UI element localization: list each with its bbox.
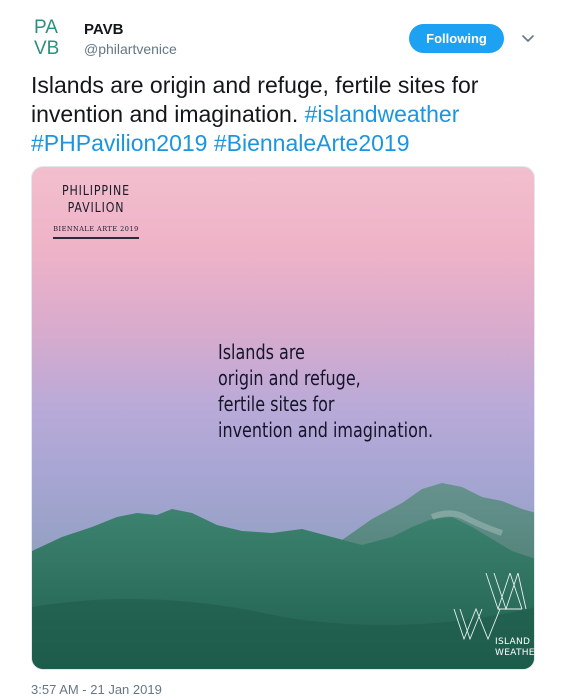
avatar-letters-bottom: VB (34, 38, 59, 58)
following-button[interactable]: Following (409, 24, 504, 53)
quote-line: Islands are (218, 340, 305, 364)
logo-line-pavilion: PAVILION (67, 201, 125, 216)
logo-rule (53, 237, 139, 239)
quote-line: invention and imagination. (218, 418, 434, 442)
island-weather-line2: WEATHER (495, 648, 535, 658)
logo-line-philippine: PHILIPPINE (62, 184, 130, 199)
hashtag-islandweather[interactable]: #islandweather (305, 101, 460, 127)
island-weather-text: ISLAND WEATHER (495, 637, 535, 659)
hashtag-phpavilion2019[interactable]: #PHPavilion2019 (31, 130, 207, 156)
avatar[interactable]: PA VB (30, 14, 74, 58)
tweet-timestamp[interactable]: 3:57 AM - 21 Jan 2019 (31, 682, 162, 697)
tweet-header: PA VB PAVB @philartvenice Following (0, 0, 561, 70)
philippine-pavilion-logo: PHILIPPINE PAVILION BIENNALE ARTE 2019 (46, 183, 146, 239)
tweet-media-image[interactable]: PHILIPPINE PAVILION BIENNALE ARTE 2019 I… (31, 166, 535, 670)
quote-line: origin and refuge, (218, 366, 361, 390)
island-weather-line1: ISLAND (495, 637, 531, 647)
tweet-text: Islands are origin and refuge, fertile s… (31, 71, 541, 158)
chevron-down-icon[interactable] (520, 30, 536, 46)
account-handle[interactable]: @philartvenice (84, 41, 177, 57)
logo-line-biennale: BIENNALE ARTE 2019 (53, 225, 139, 233)
hashtag-biennalearte2019[interactable]: #BiennaleArte2019 (214, 130, 410, 156)
quote-line: fertile sites for (218, 392, 335, 416)
avatar-letters-top: PA (34, 17, 58, 38)
account-name[interactable]: PAVB (84, 21, 123, 38)
image-quote: Islands are origin and refuge, fertile s… (218, 339, 433, 443)
